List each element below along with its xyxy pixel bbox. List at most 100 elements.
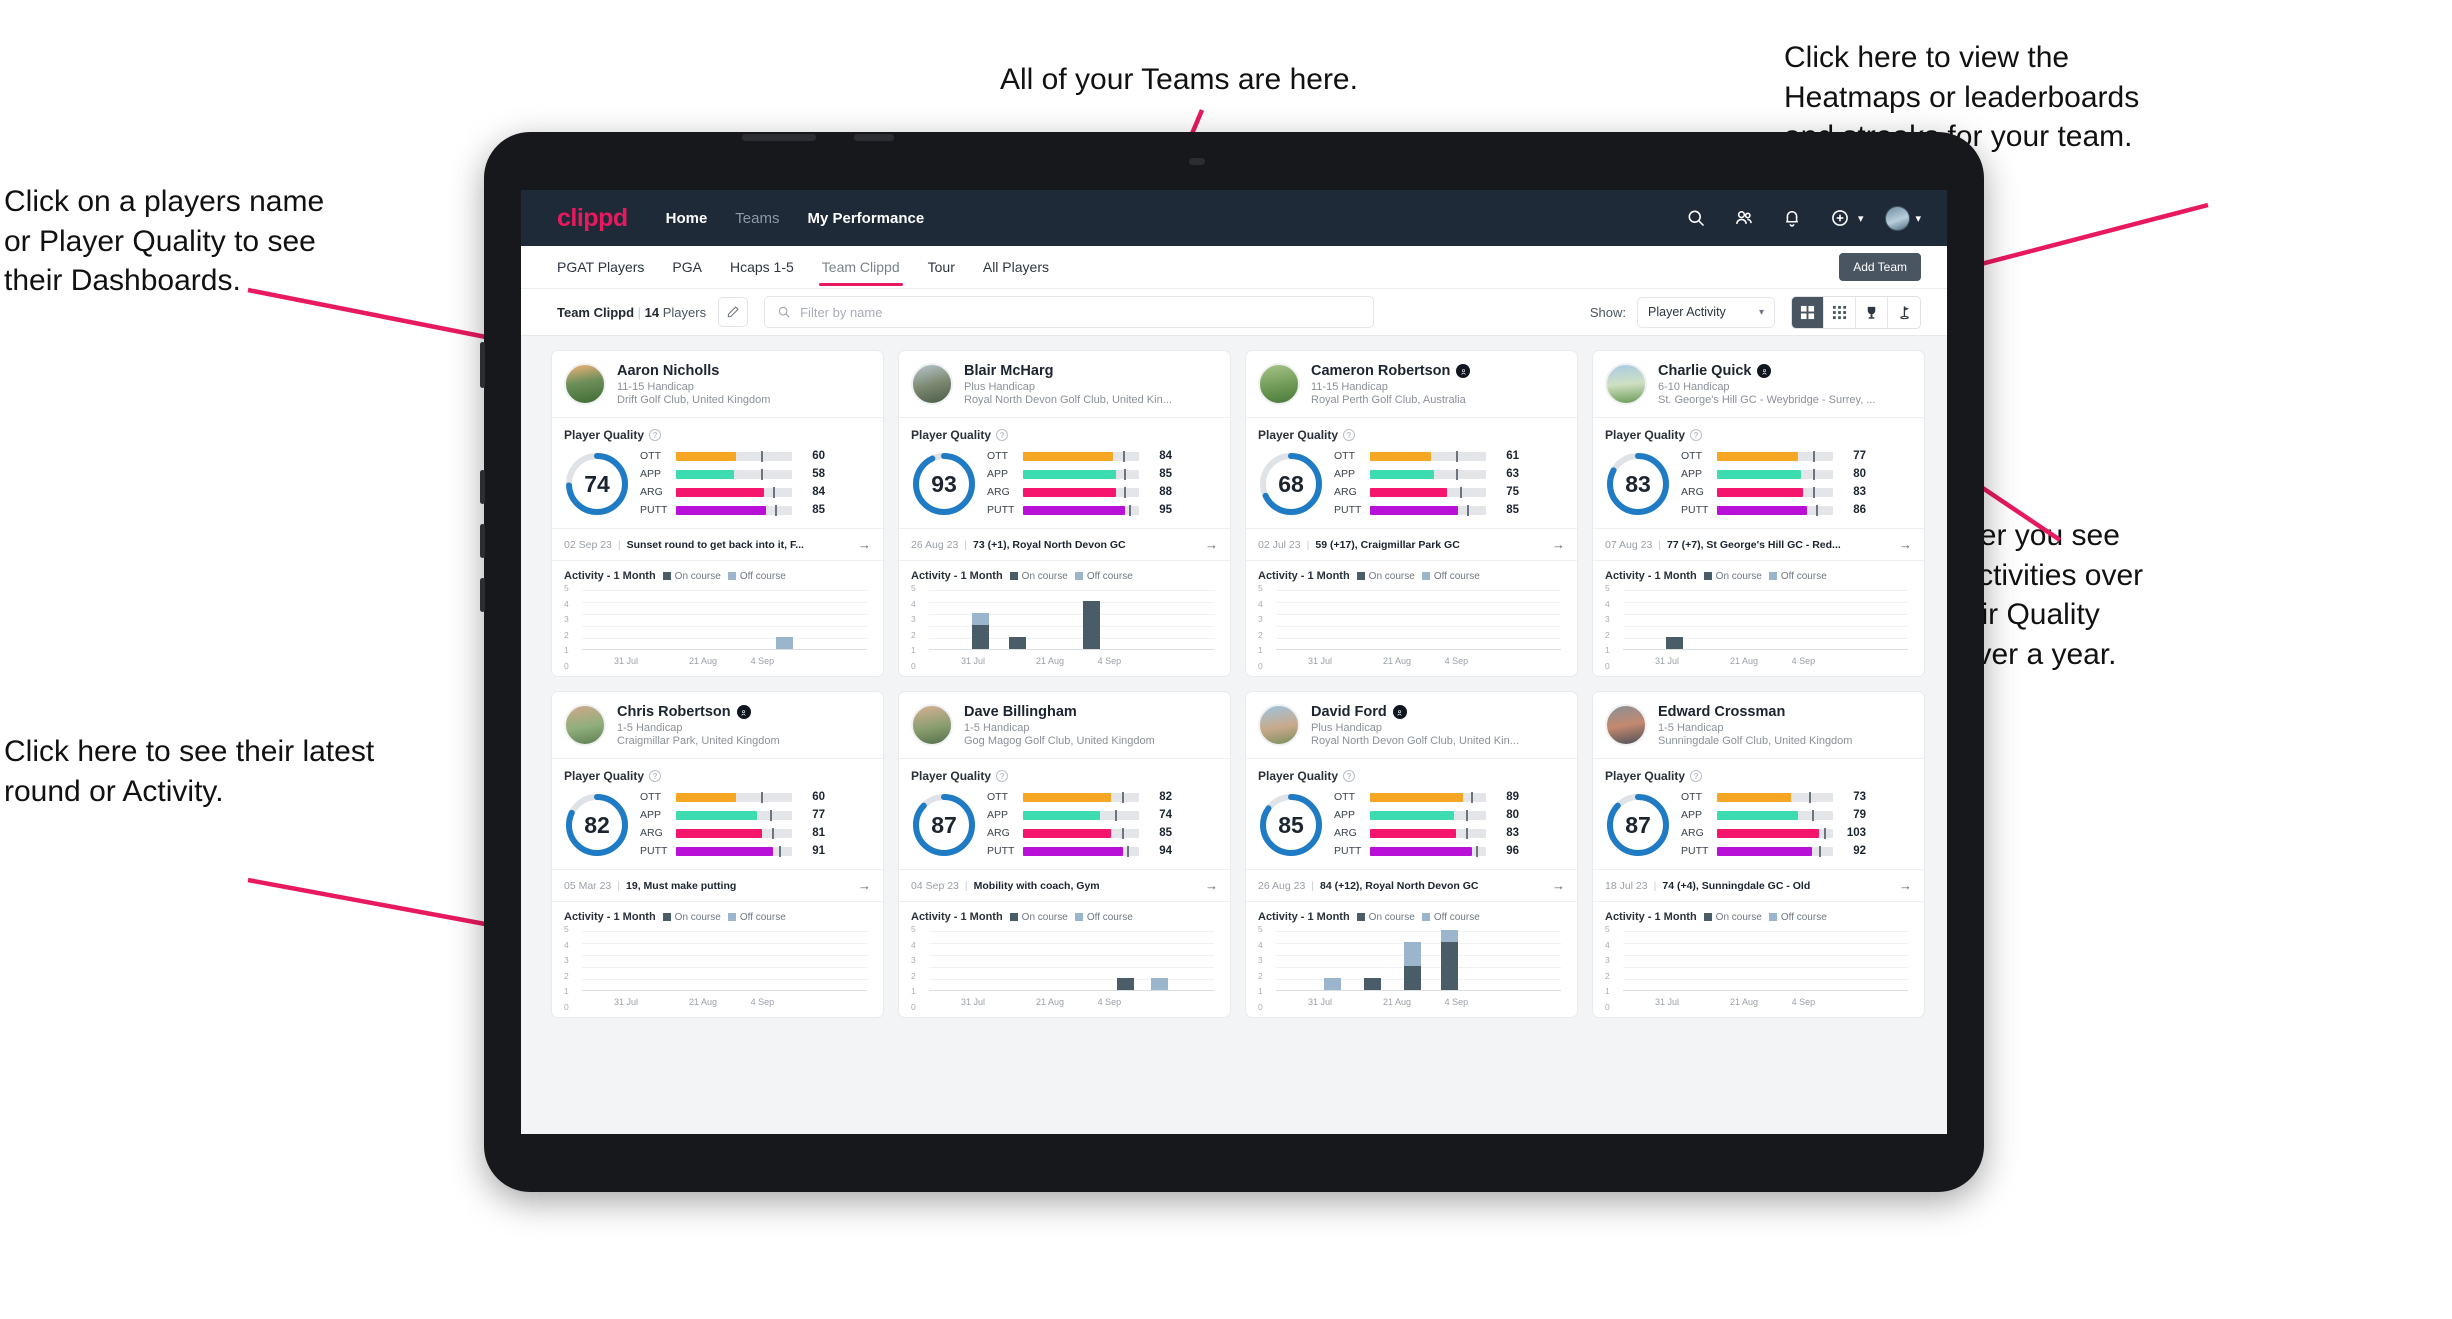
- y-tick-label: 0: [1605, 1002, 1610, 1012]
- arrow-right-icon[interactable]: →: [1205, 878, 1218, 893]
- nav-my-performance[interactable]: My Performance: [807, 210, 924, 227]
- plus-chevron-down-icon[interactable]: ▾: [1858, 212, 1864, 225]
- player-card[interactable]: Edward Crossman 1-5 Handicap Sunningdale G…: [1592, 691, 1925, 1018]
- edit-team-button[interactable]: [718, 297, 749, 327]
- arrow-right-icon[interactable]: →: [1205, 537, 1218, 552]
- latest-round-row[interactable]: 02 Jul 23 | 59 (+17), Craigmillar Park GC →: [1246, 528, 1577, 560]
- help-icon[interactable]: ?: [1690, 770, 1703, 782]
- latest-round-row[interactable]: 04 Sep 23 | Mobility with coach, Gym →: [899, 869, 1230, 901]
- help-icon[interactable]: ?: [1343, 429, 1356, 441]
- clippd-logo[interactable]: clippd: [557, 204, 628, 233]
- player-club: Gog Magog Golf Club, United Kingdom: [964, 735, 1155, 747]
- flag-icon[interactable]: [1888, 297, 1920, 328]
- player-name[interactable]: Charlie Quick: [1658, 363, 1751, 379]
- player-avatar[interactable]: [911, 704, 953, 746]
- tab-all-players[interactable]: All Players: [983, 249, 1049, 286]
- nav-home[interactable]: Home: [666, 210, 708, 227]
- latest-round-row[interactable]: 07 Aug 23 | 77 (+7), St George's Hill GC -…: [1593, 528, 1924, 560]
- tab-team-clippd[interactable]: Team Clippd: [818, 249, 903, 286]
- player-name[interactable]: Blair McHarg: [964, 363, 1053, 379]
- latest-round-row[interactable]: 02 Sep 23 | Sunset round to get back into …: [552, 528, 883, 560]
- arrow-right-icon[interactable]: →: [1552, 878, 1565, 893]
- player-name[interactable]: David Ford: [1311, 704, 1387, 720]
- latest-round-row[interactable]: 05 Mar 23 | 19, Must make putting →: [552, 869, 883, 901]
- metric-bar: [1717, 791, 1833, 803]
- player-card[interactable]: Blair McHarg Plus Handicap Royal North Dev…: [898, 350, 1231, 677]
- latest-round-row[interactable]: 26 Aug 23 | 73 (+1), Royal North Devon GC →: [899, 528, 1230, 560]
- player-card[interactable]: Charlie Quick 6-10 Handicap St. George's H…: [1592, 350, 1925, 677]
- player-name[interactable]: Edward Crossman: [1658, 704, 1785, 720]
- latest-round-row[interactable]: 18 Jul 23 | 74 (+4), Sunningdale GC - Old →: [1593, 869, 1924, 901]
- y-tick-label: 5: [1605, 924, 1610, 934]
- player-avatar[interactable]: [1258, 363, 1300, 405]
- help-icon[interactable]: ?: [649, 770, 662, 782]
- metric-value: 91: [812, 845, 825, 857]
- player-quality-section[interactable]: Player Quality? 87 OTT 73 APP 79 ARG 103 PUTT 92: [1593, 759, 1924, 869]
- player-avatar[interactable]: [1258, 704, 1300, 746]
- player-quality-section[interactable]: Player Quality? 87 OTT 82 APP 74 ARG 85 PUTT 94: [899, 759, 1230, 869]
- avatar-chevron-down-icon[interactable]: ▾: [1915, 212, 1921, 225]
- arrow-right-icon[interactable]: →: [1899, 878, 1912, 893]
- player-avatar[interactable]: [911, 363, 953, 405]
- player-quality-section[interactable]: Player Quality? 68 OTT 61 APP 63 ARG 75 PUTT 85: [1246, 418, 1577, 528]
- trophy-icon[interactable]: [1856, 296, 1888, 328]
- nav-teams[interactable]: Teams: [735, 210, 779, 227]
- player-card[interactable]: Chris Robertson 1-5 Handicap Craigmillar P…: [551, 691, 884, 1018]
- player-quality-label: Player Quality: [911, 428, 992, 442]
- tab-hcaps-1-5[interactable]: Hcaps 1-5: [730, 249, 794, 286]
- help-icon[interactable]: ?: [649, 429, 662, 441]
- metric-benchmark-tick: [1467, 504, 1470, 516]
- help-icon[interactable]: ?: [1690, 429, 1703, 441]
- player-card[interactable]: Dave Billingham 1-5 Handicap Gog Magog Gol…: [898, 691, 1231, 1018]
- y-tick-label: 2: [911, 970, 916, 981]
- add-team-button[interactable]: Add Team: [1839, 253, 1921, 281]
- metric-value: 77: [1853, 450, 1866, 462]
- tab-pga[interactable]: PGA: [672, 249, 702, 286]
- bell-icon[interactable]: [1779, 205, 1805, 231]
- y-tick-label: 0: [1605, 661, 1610, 671]
- search-input[interactable]: [800, 304, 1362, 320]
- search-icon[interactable]: [1683, 205, 1709, 231]
- player-avatar[interactable]: [564, 363, 606, 405]
- player-quality-section[interactable]: Player Quality? 74 OTT 60 APP 58 ARG 84 PUTT 85: [552, 418, 883, 528]
- player-name[interactable]: Dave Billingham: [964, 704, 1077, 720]
- latest-round-row[interactable]: 26 Aug 23 | 84 (+12), Royal North Devon GC…: [1246, 869, 1577, 901]
- arrow-right-icon[interactable]: →: [858, 537, 871, 552]
- player-quality-section[interactable]: Player Quality? 93 OTT 84 APP 85 ARG 88 PUTT 95: [899, 418, 1230, 528]
- player-card[interactable]: Aaron Nicholls 11-15 Handicap Drift Golf C…: [551, 350, 884, 677]
- arrow-right-icon[interactable]: →: [1899, 537, 1912, 552]
- player-name[interactable]: Cameron Robertson: [1311, 363, 1450, 379]
- show-select[interactable]: Player Activity ▾: [1637, 296, 1775, 328]
- plus-circle-icon[interactable]: [1827, 205, 1853, 231]
- metric-bars: OTT 84 APP 85 ARG 88 PUTT 95: [987, 448, 1218, 520]
- player-quality-score: 82: [584, 811, 610, 838]
- search-field-wrapper[interactable]: [764, 296, 1375, 328]
- y-tick-label: 4: [1258, 598, 1263, 609]
- player-avatar[interactable]: [564, 704, 606, 746]
- player-avatar[interactable]: [1605, 704, 1647, 746]
- player-card[interactable]: Cameron Robertson 11-15 Handicap Royal Per…: [1245, 350, 1578, 677]
- help-icon[interactable]: ?: [996, 770, 1009, 782]
- metric-bar: [1717, 809, 1833, 821]
- player-name[interactable]: Chris Robertson: [617, 704, 731, 720]
- tab-tour[interactable]: Tour: [928, 249, 955, 286]
- grid-4-icon[interactable]: [1792, 296, 1824, 328]
- player-quality-section[interactable]: Player Quality? 85 OTT 89 APP 80 ARG 83 PUTT 96: [1246, 759, 1577, 869]
- help-icon[interactable]: ?: [996, 429, 1009, 441]
- y-tick-label: 1: [911, 645, 916, 656]
- player-card[interactable]: David Ford Plus Handicap Royal North Devon…: [1245, 691, 1578, 1018]
- arrow-right-icon[interactable]: →: [858, 878, 871, 893]
- metric-bars: OTT 61 APP 63 ARG 75 PUTT 85: [1334, 448, 1565, 520]
- tab-pgat-players[interactable]: PGAT Players: [557, 249, 644, 286]
- player-quality-section[interactable]: Player Quality? 83 OTT 77 APP 80 ARG 83 PUTT 86: [1593, 418, 1924, 528]
- people-icon[interactable]: [1731, 205, 1757, 231]
- player-name[interactable]: Aaron Nicholls: [617, 363, 719, 379]
- player-avatar[interactable]: [1605, 363, 1647, 405]
- player-quality-section[interactable]: Player Quality? 82 OTT 60 APP 77 ARG 81 PUTT 91: [552, 759, 883, 869]
- grid-9-icon[interactable]: [1824, 296, 1856, 328]
- activity-chart: 5 4 3 2 1 0 31 Jul 21 Aug 4 Sep: [1258, 583, 1565, 671]
- help-icon[interactable]: ?: [1343, 770, 1356, 782]
- avatar[interactable]: [1885, 205, 1911, 231]
- arrow-right-icon[interactable]: →: [1552, 537, 1565, 552]
- verified-badge-icon: [1392, 705, 1407, 719]
